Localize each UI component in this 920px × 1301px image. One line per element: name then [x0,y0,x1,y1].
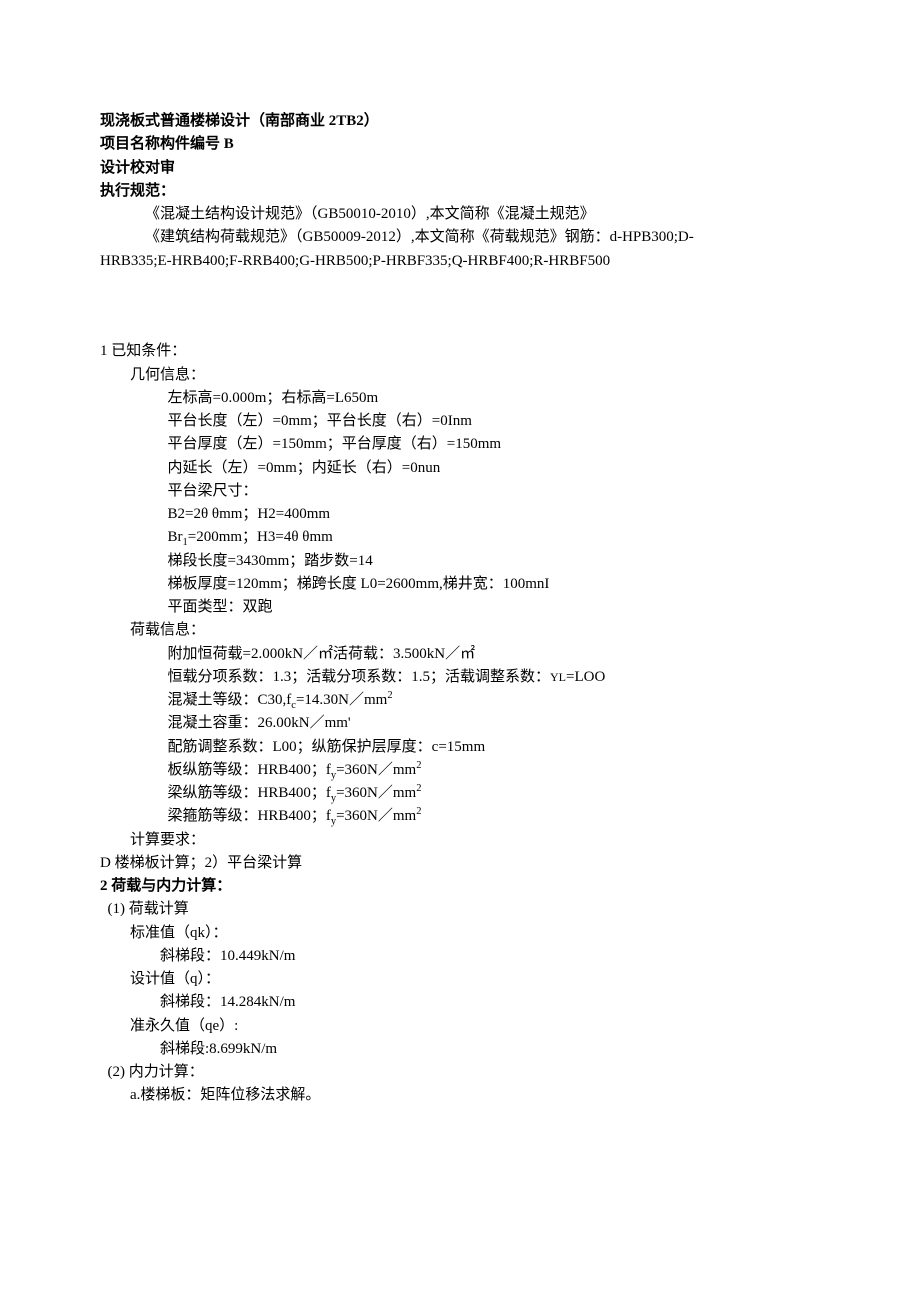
text: =14.30N／mm [296,692,387,708]
q-head: 设计值（q）： [100,968,820,991]
design-title: 现浇板式普通楼梯设计（南部商业 2TB2） [100,110,820,133]
qe-value: 斜梯段:8.699kN/m [100,1038,820,1061]
text: 板纵筋等级：HRB400；f [168,762,331,778]
geom-line: 梯板厚度=120mm；梯跨长度 L0=2600mm,梯井宽：100mnI [100,573,820,596]
vertical-gap [100,273,820,341]
load-line: 梁箍筋等级：HRB400；fy=360N／mm2 [100,805,820,828]
text: 恒载分项系数：1.3；活载分项系数：1.5；活载调整系数： [168,669,551,685]
text: =360N／mm [336,808,416,824]
calc-sub-1: (1) 荷载计算 [100,898,820,921]
qe-head: 准永久值（qe）: [100,1015,820,1038]
load-line: 板纵筋等级：HRB400；fy=360N／mm2 [100,759,820,782]
text: =360N／mm [336,762,416,778]
superscript: 2 [416,806,421,817]
geom-line: Br1=200mm；H3=4θ θmm [100,526,820,549]
geom-line: 梯段长度=3430mm；踏步数=14 [100,550,820,573]
text: 混凝土等级：C30,f [168,692,292,708]
text: 梁纵筋等级：HRB400；f [168,785,331,801]
calc-sub-2: (2) 内力计算： [100,1061,820,1084]
line-project: 项目名称构件编号 B [100,133,820,156]
text: 梁箍筋等级：HRB400；f [168,808,331,824]
geom-line: 左标高=0.000m；右标高=L650m [100,387,820,410]
section-2-head: 2 荷载与内力计算： [100,875,820,898]
title-bold: 现浇板式普通楼梯设计（南部商业 2TB2） [100,113,379,129]
calc-req-head: 计算要求： [100,829,820,852]
document-body: 现浇板式普通楼梯设计（南部商业 2TB2） 项目名称构件编号 B 设计校对审 执… [100,110,820,1108]
text: 活荷载：3.500kN／㎡ [333,646,475,662]
load-line: 附加恒荷载=2.000kN／㎡活荷载：3.500kN／㎡ [100,643,820,666]
geom-head: 几何信息： [100,364,820,387]
superscript: 2 [387,690,392,701]
load-line: 恒载分项系数：1.3；活载分项系数：1.5；活载调整系数：YL=LOO [100,666,820,689]
spec-line-2a: 《建筑结构荷载规范》（GB50009-2012）,本文简称《荷载规范》钢筋：d-… [100,226,820,249]
spec-line-2b: HRB335;E-HRB400;F-RRB400;G-HRB500;P-HRBF… [100,250,820,273]
load-line: 梁纵筋等级：HRB400；fy=360N／mm2 [100,782,820,805]
gamma-yl: YL [550,670,566,684]
geom-line: 平台梁尺寸： [100,480,820,503]
text: =360N／mm [336,785,416,801]
line-design-review: 设计校对审 [100,157,820,180]
geom-line: 平面类型：双跑 [100,596,820,619]
load-line: 混凝土等级：C30,fc=14.30N／mm2 [100,689,820,712]
load-line: 混凝土容重：26.00kN／mm' [100,712,820,735]
text: =LOO [566,669,605,685]
line-spec-head: 执行规范： [100,180,820,203]
geom-line: 内延长（左）=0mm；内延长（右）=0nun [100,457,820,480]
qk-value: 斜梯段：10.449kN/m [100,945,820,968]
section-1-head: 1 已知条件： [100,340,820,363]
text: =200mm；H3=4θ θmm [188,529,333,545]
qk-head: 标准值（qk）： [100,922,820,945]
load-line: 配筋调整系数：L00；纵筋保护层厚度：c=15mm [100,736,820,759]
superscript: 2 [416,760,421,771]
spec-line-1: 《混凝土结构设计规范》（GB50010-2010）,本文简称《混凝土规范》 [100,203,820,226]
load-head: 荷载信息： [100,619,820,642]
geom-line: B2=2θ θmm；H2=400mm [100,503,820,526]
geom-line: 平台长度（左）=0mm；平台长度（右）=0Inm [100,410,820,433]
superscript: 2 [416,783,421,794]
calc-sub-2a: a.楼梯板：矩阵位移法求解。 [100,1084,820,1107]
text: Br [168,529,183,545]
q-value: 斜梯段：14.284kN/m [100,991,820,1014]
text: 附加恒荷载=2.000kN／㎡ [168,646,334,662]
calc-req-body: D 楼梯板计算；2）平台梁计算 [100,852,820,875]
geom-line: 平台厚度（左）=150mm；平台厚度（右）=150mm [100,433,820,456]
